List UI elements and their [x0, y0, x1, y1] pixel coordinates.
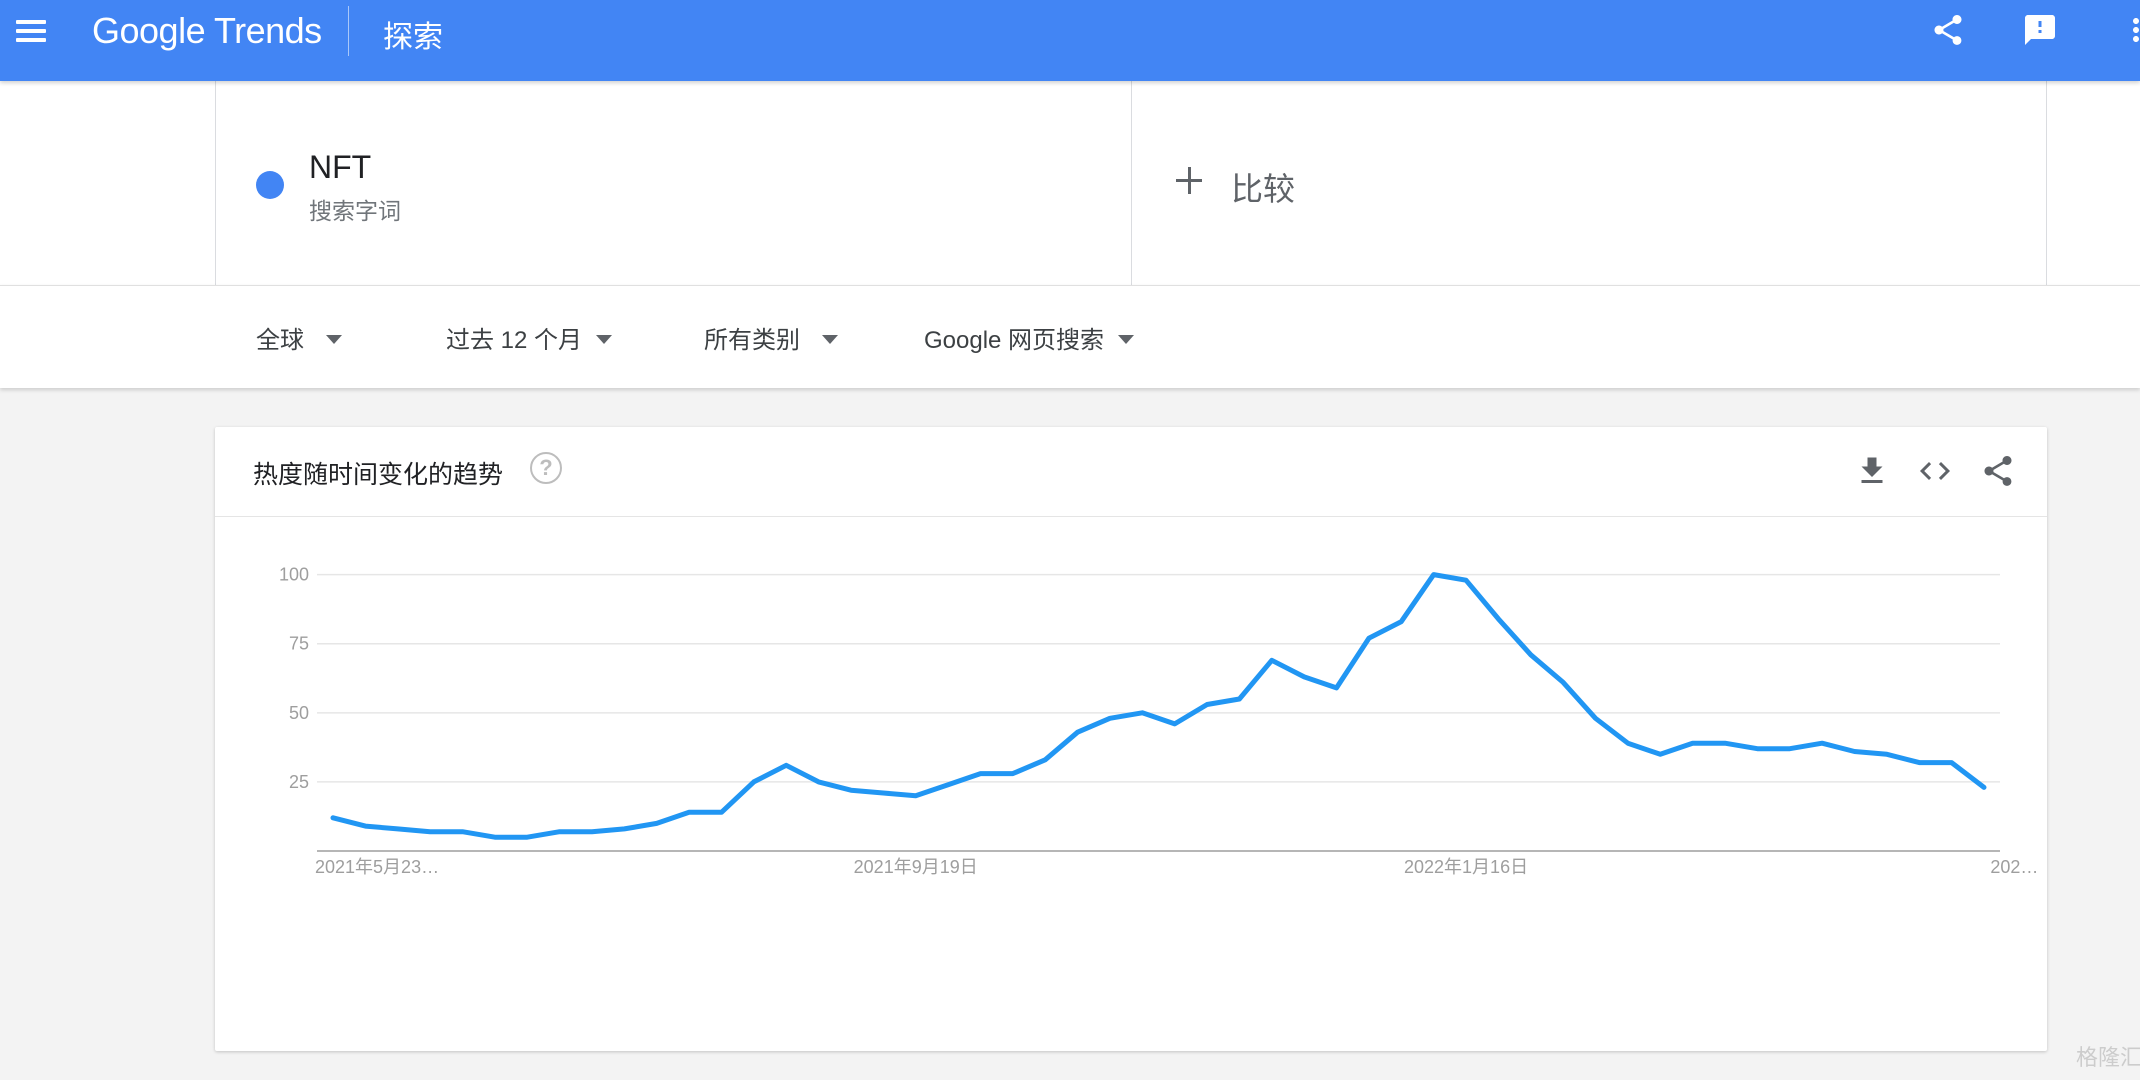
card-title: 热度随时间变化的趋势: [253, 461, 504, 489]
search-term-bar: NFT 搜索字词 比较: [0, 81, 2140, 285]
y-tick-label: 50: [289, 703, 309, 723]
dropdown-arrow-icon: [326, 335, 342, 345]
x-tick-label: 2021年9月19日: [854, 857, 978, 877]
feedback-icon[interactable]: [2022, 12, 2058, 48]
region-filter[interactable]: 全球: [256, 320, 342, 355]
category-filter-label: 所有类别: [704, 327, 800, 354]
more-vert-icon[interactable]: [2118, 12, 2140, 48]
embed-code-icon[interactable]: [1917, 453, 1953, 489]
dropdown-arrow-icon: [822, 335, 838, 345]
card-header: 热度随时间变化的趋势 ?: [215, 427, 2047, 517]
page-title: 探索: [383, 21, 443, 54]
time-range-filter-label: 过去 12 个月: [446, 327, 583, 354]
y-tick-label: 100: [279, 565, 309, 585]
dropdown-arrow-icon: [1118, 335, 1135, 345]
y-tick-label: 25: [289, 772, 309, 792]
watermark-logo: 格隆汇: [2040, 1040, 2140, 1072]
x-tick-label: 2022年1月16日: [1404, 857, 1528, 877]
dropdown-arrow-icon: [596, 335, 613, 345]
search-term-type: 搜索字词: [309, 198, 401, 224]
search-type-filter[interactable]: Google 网页搜索: [924, 320, 1135, 355]
series-line-nft[interactable]: [330, 572, 1987, 840]
search-type-filter-label: Google 网页搜索: [924, 327, 1105, 354]
download-icon[interactable]: [1854, 453, 1890, 489]
interest-over-time-card: 热度随时间变化的趋势 ? 25 50 75 100 2021年5月23… 2021年9月1…: [215, 427, 2047, 1051]
share-icon[interactable]: [1930, 12, 1966, 48]
search-term-name[interactable]: NFT: [309, 149, 371, 186]
watermark-text: 格隆汇: [2076, 1045, 2140, 1070]
interest-over-time-chart[interactable]: 25 50 75 100 2021年5月23… 2021年9月19日 2022年1月16日 2…: [215, 517, 2047, 1047]
region-filter-label: 全球: [256, 327, 304, 354]
search-term-card[interactable]: NFT 搜索字词: [215, 81, 1132, 285]
x-tick-label: 202…: [1990, 857, 2038, 877]
x-tick-label: 2021年5月23…: [315, 857, 439, 877]
share-icon[interactable]: [1980, 453, 2016, 489]
category-filter[interactable]: 所有类别: [704, 320, 838, 355]
appbar-divider: [348, 6, 349, 56]
top-app-bar: Google Trends 探索: [0, 0, 2140, 81]
filter-bar: 全球 过去 12 个月 所有类别 Google 网页搜索: [0, 285, 2140, 388]
compare-button[interactable]: 比较: [1131, 81, 2047, 285]
help-icon[interactable]: ?: [530, 452, 562, 484]
time-range-filter[interactable]: 过去 12 个月: [446, 320, 613, 355]
series-color-dot: [256, 171, 284, 199]
y-tick-label: 75: [289, 634, 309, 654]
google-trends-logo[interactable]: Google Trends: [92, 10, 322, 52]
compare-label: 比较: [1231, 171, 1296, 207]
menu-icon[interactable]: [10, 10, 52, 52]
plus-icon: [1176, 167, 1204, 195]
